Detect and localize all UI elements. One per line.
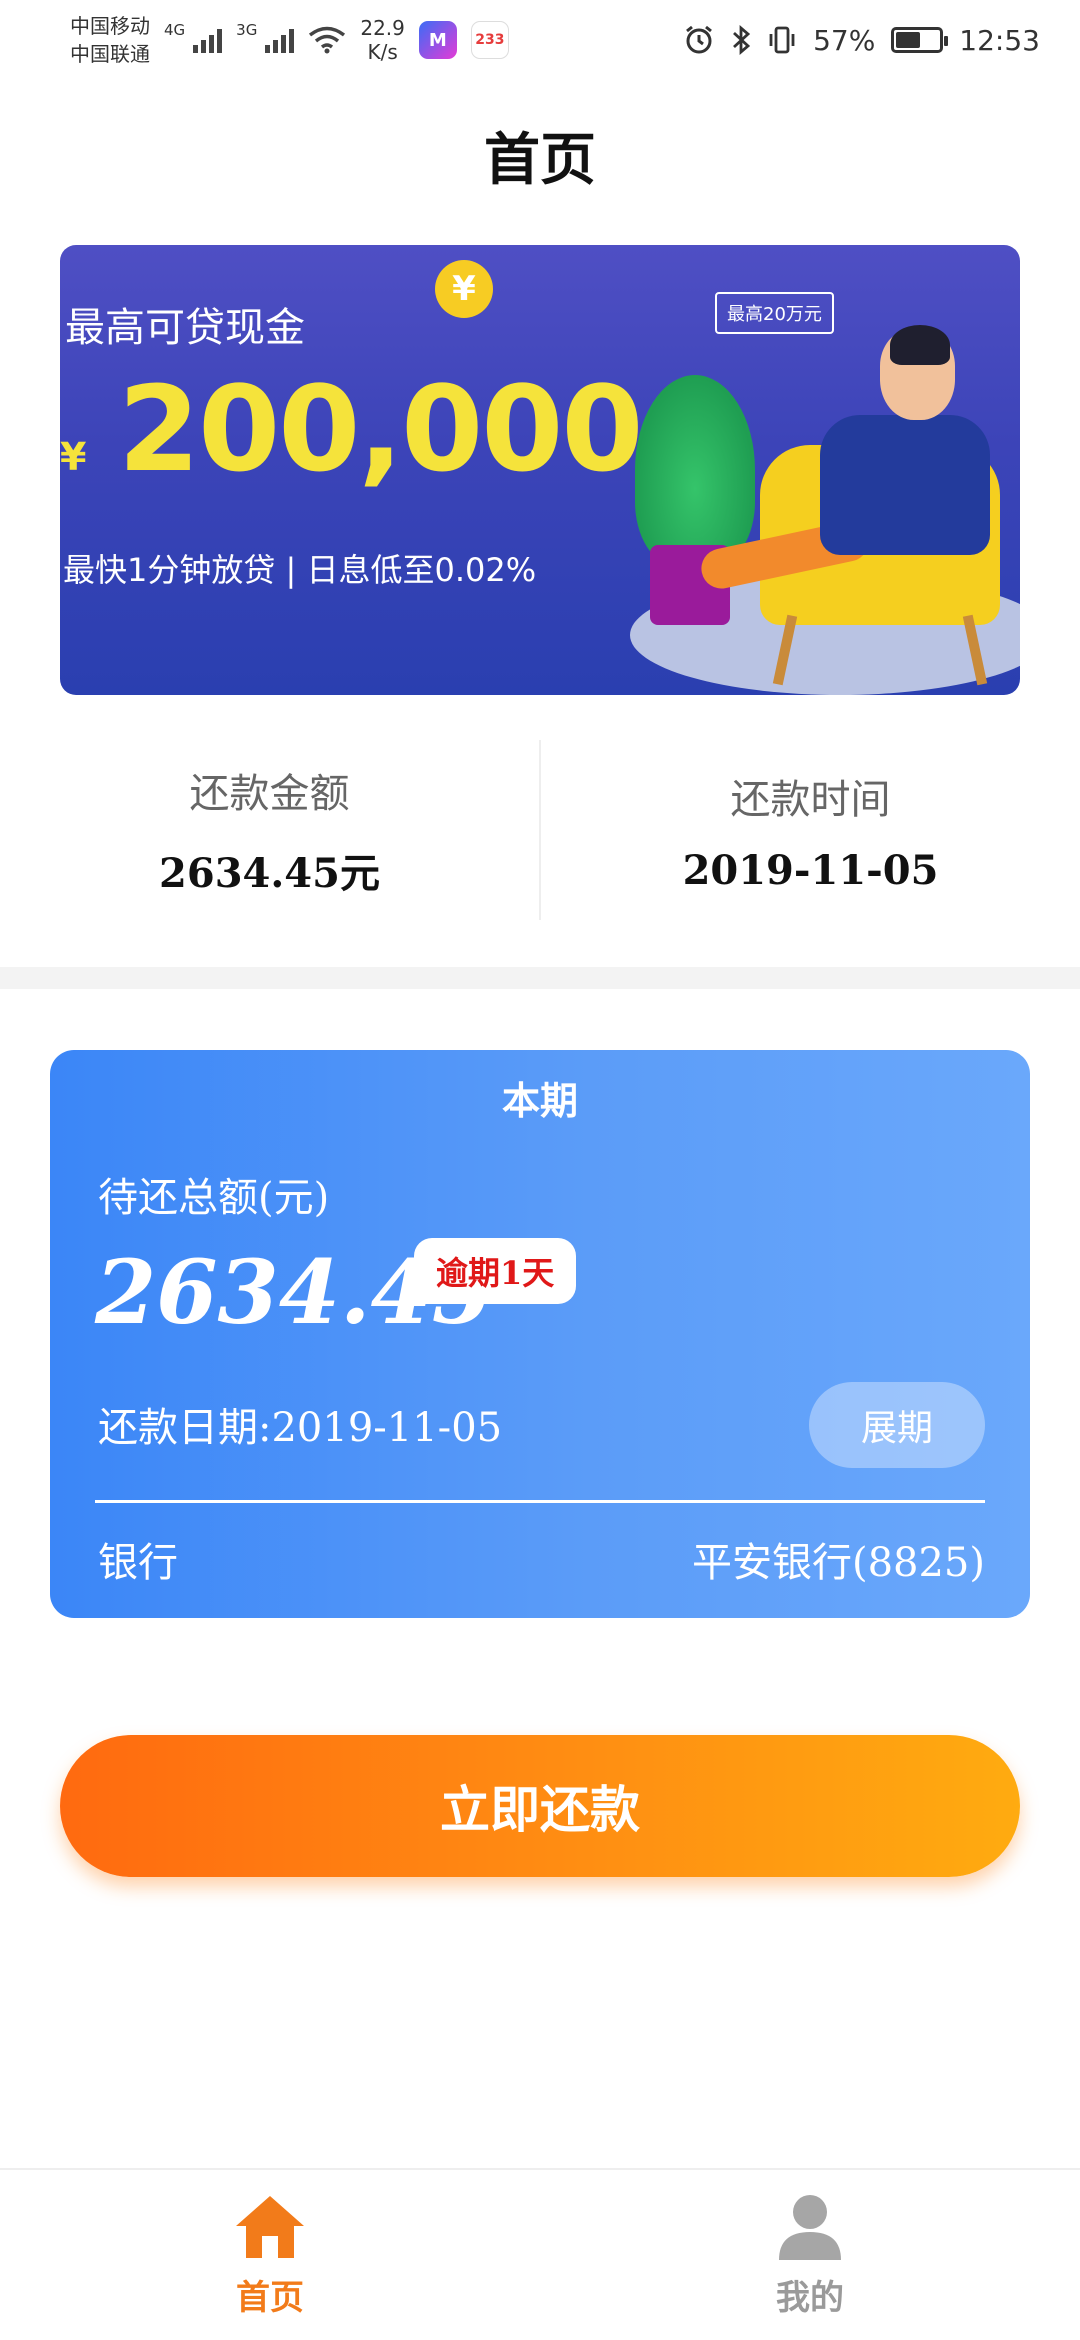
summary-amount: 还款金额 2634.45元 <box>0 740 539 920</box>
card-divider <box>95 1500 985 1503</box>
overdue-badge: 逾期1天 <box>414 1238 577 1304</box>
network-speed: 22.9 K/s <box>360 16 405 64</box>
due-date: 还款日期:2019-11-05 <box>98 1405 503 1451</box>
tab-mine-label: 我的 <box>776 2277 844 2318</box>
banner-subline: 最快1分钟放贷 | 日息低至0.02% <box>63 551 537 589</box>
battery-icon <box>891 27 949 53</box>
bill-period: 本期 <box>501 1078 578 1123</box>
repay-now-button[interactable]: 立即还款 <box>60 1735 1020 1877</box>
summary-time: 还款时间 2019-11-05 <box>541 740 1080 920</box>
m-app-icon: M <box>418 21 457 59</box>
promo-banner[interactable]: 最高可贷现金 ¥ ¥ 200,000 最快1分钟放贷 | 日息低至0.02% 最… <box>60 245 1020 695</box>
clock: 12:53 <box>959 23 1040 57</box>
network-type-2: 3G <box>236 21 258 39</box>
plant-illustration <box>635 375 755 565</box>
repayment-summary: 还款金额 2634.45元 还款时间 2019-11-05 <box>0 740 1080 920</box>
tab-bar: 首页 我的 <box>0 2168 1080 2340</box>
home-icon <box>236 2195 304 2258</box>
banner-currency: ¥ <box>60 435 87 479</box>
network-type-1: 4G <box>164 21 186 39</box>
banner-headline: 最高可贷现金 <box>65 305 305 351</box>
bluetooth-icon <box>733 24 751 56</box>
battery-fill <box>896 32 921 48</box>
status-left: 中国移动 中国联通 4G 3G 22.9 K/s M 233 <box>70 12 509 68</box>
game-app-icon: 233 <box>470 21 509 59</box>
vibrate-icon <box>769 26 795 54</box>
carrier-1: 中国移动 <box>70 14 150 38</box>
user-icon <box>779 2194 841 2260</box>
bill-card: 本期 待还总额(元) 2634.45 逾期1天 还款日期:2019-11-05 … <box>50 1050 1030 1618</box>
coin-icon: ¥ <box>435 260 493 318</box>
signal-icon-1 <box>193 27 223 53</box>
summary-amount-value: 2634.45元 <box>159 850 380 897</box>
person-hair-illustration <box>890 325 950 365</box>
extend-button[interactable]: 展期 <box>809 1382 985 1468</box>
carrier-2: 中国联通 <box>70 42 150 66</box>
alarm-icon <box>686 25 712 54</box>
person-body-illustration <box>820 415 990 555</box>
banner-bubble: 最高20万元 <box>715 292 834 334</box>
speed-unit: K/s <box>367 40 398 64</box>
tab-home-label: 首页 <box>236 2277 304 2318</box>
banner-amount: 200,000 <box>118 360 643 498</box>
summary-time-label: 还款时间 <box>730 776 891 823</box>
battery-percent: 57% <box>813 23 876 57</box>
bank-value: 平安银行(8825) <box>691 1540 985 1586</box>
bank-label: 银行 <box>98 1540 178 1586</box>
tab-mine[interactable]: 我的 <box>540 2170 1080 2340</box>
summary-amount-label: 还款金额 <box>189 771 350 817</box>
speed-value: 22.9 <box>360 16 405 40</box>
status-right: 57% 12:53 <box>683 24 1040 57</box>
carriers: 中国移动 中国联通 <box>70 12 150 68</box>
due-total-label: 待还总额(元) <box>98 1175 330 1221</box>
summary-time-value: 2019-11-05 <box>682 846 939 894</box>
tab-home[interactable]: 首页 <box>0 2170 540 2340</box>
wifi-icon <box>309 26 346 54</box>
signal-icon-2 <box>265 27 295 53</box>
status-bar: 中国移动 中国联通 4G 3G 22.9 K/s M 233 57% 12:53 <box>0 0 1080 80</box>
page-title: 首页 <box>484 127 596 193</box>
section-separator <box>0 967 1080 989</box>
